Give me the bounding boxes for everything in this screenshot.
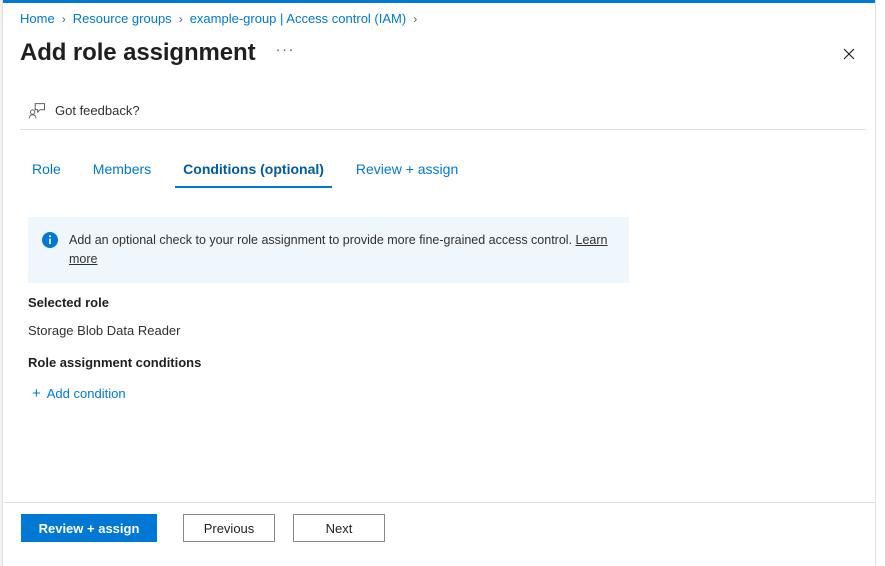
blade-left-edge [0,0,3,566]
breadcrumb-separator-icon: › [178,12,183,26]
next-button[interactable]: Next [293,514,385,542]
close-blade-button[interactable] [835,40,863,68]
tab-review-assign[interactable]: Review + assign [348,157,466,188]
tab-role[interactable]: Role [24,157,69,188]
blade-top-accent-bar [3,0,875,3]
feedback-divider [20,129,866,130]
info-banner-text: Add an optional check to your role assig… [69,233,576,247]
blade-title-row: Add role assignment ··· [20,38,865,68]
blade-right-gap [876,0,885,566]
selected-role-value: Storage Blob Data Reader [28,323,181,338]
previous-button[interactable]: Previous [183,514,275,542]
feedback-person-icon [28,103,45,119]
role-assignment-conditions-heading: Role assignment conditions [28,355,202,370]
add-condition-label: Add condition [46,386,126,401]
info-banner: Add an optional check to your role assig… [28,217,629,283]
breadcrumb-separator-icon: › [61,12,66,26]
got-feedback-button[interactable]: Got feedback? [24,99,144,123]
footer-actions: Review + assign Previous Next [21,514,403,542]
info-icon [42,232,58,248]
more-options-button[interactable]: ··· [271,42,299,64]
selected-role-heading: Selected role [28,295,109,310]
got-feedback-label: Got feedback? [55,103,140,118]
wizard-tabs: Role Members Conditions (optional) Revie… [24,157,466,188]
tab-conditions[interactable]: Conditions (optional) [175,157,332,188]
breadcrumb-item-resource-groups[interactable]: Resource groups [73,10,172,28]
breadcrumb-separator-icon: › [413,12,418,26]
add-role-assignment-blade: Home › Resource groups › example-group |… [0,0,885,566]
add-condition-button[interactable]: + Add condition [29,383,129,405]
info-banner-text-wrapper: Add an optional check to your role assig… [69,231,615,269]
breadcrumb-item-home[interactable]: Home [20,10,55,28]
close-icon [843,48,855,60]
footer-divider [4,502,875,503]
page-title: Add role assignment [20,39,256,66]
breadcrumb-item-example-group-iam[interactable]: example-group | Access control (IAM) [190,10,407,28]
tab-members[interactable]: Members [85,157,159,188]
breadcrumb: Home › Resource groups › example-group |… [20,10,424,28]
review-assign-button[interactable]: Review + assign [21,514,157,542]
plus-icon: + [32,385,41,402]
